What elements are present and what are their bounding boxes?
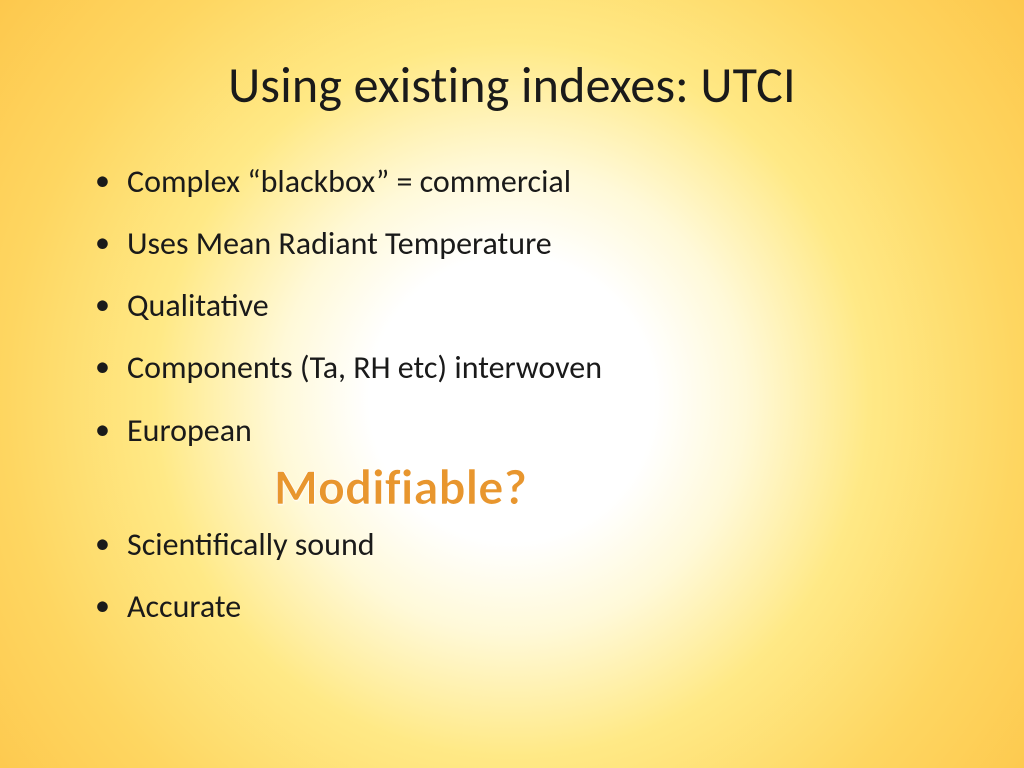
list-item: European bbox=[95, 409, 964, 453]
list-item: Accurate bbox=[95, 585, 964, 629]
list-item: Uses Mean Radiant Temperature bbox=[95, 222, 964, 266]
list-item: Qualitative bbox=[95, 284, 964, 328]
list-gap bbox=[95, 471, 964, 523]
bullet-list-top: Complex “blackbox” = commercial Uses Mea… bbox=[95, 160, 964, 453]
list-item: Components (Ta, RH etc) interwoven bbox=[95, 346, 964, 390]
bullet-list-bottom: Scientifically sound Accurate bbox=[95, 523, 964, 629]
slide: Using existing indexes: UTCI Complex “bl… bbox=[0, 0, 1024, 768]
callout-text: Modifiable? bbox=[274, 457, 527, 518]
list-item: Complex “blackbox” = commercial bbox=[95, 160, 964, 204]
bullet-list-container: Complex “blackbox” = commercial Uses Mea… bbox=[95, 160, 964, 647]
list-item: Scientifically sound bbox=[95, 523, 964, 567]
slide-title: Using existing indexes: UTCI bbox=[0, 55, 1024, 116]
